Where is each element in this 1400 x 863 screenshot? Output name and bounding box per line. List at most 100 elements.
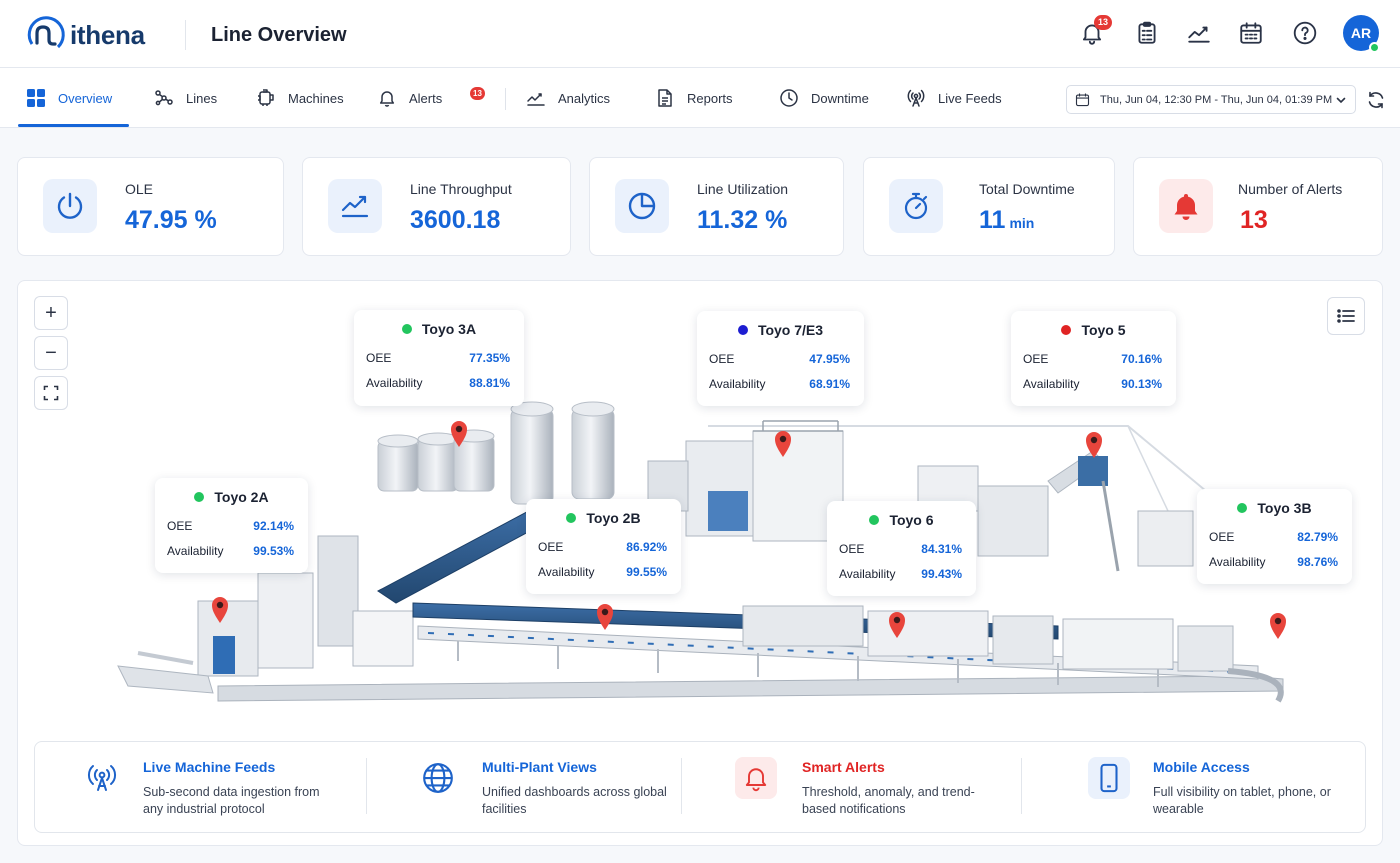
calendar-icon[interactable] — [1238, 20, 1264, 46]
availability-label: Availability — [709, 377, 766, 391]
clipboard-icon[interactable] — [1134, 20, 1160, 46]
nav-divider — [505, 88, 506, 110]
machine-card-toyo-2b[interactable]: Toyo 2B OEE 86.92% Availability 99.55% — [526, 499, 681, 594]
feature-description: Sub-second data ingestion from any indus… — [143, 785, 320, 816]
kpi-card-utilization[interactable]: Line Utilization 11.32 % — [589, 157, 844, 256]
broadcast-icon — [81, 757, 123, 799]
machine-name: Toyo 5 — [1081, 322, 1126, 338]
chevron-down-icon — [1336, 97, 1346, 103]
map-pin-icon[interactable] — [1085, 431, 1103, 459]
bell-icon — [1159, 179, 1213, 233]
oee-label: OEE — [1023, 352, 1049, 366]
kpi-card-downtime[interactable]: Total Downtime 11 min — [863, 157, 1115, 256]
status-dot — [869, 515, 880, 525]
kpi-card-ole[interactable]: OLE 47.95 % — [17, 157, 284, 256]
line-chart-icon — [527, 93, 545, 106]
tab-label: Alerts — [409, 90, 443, 106]
map-pin-icon[interactable] — [450, 420, 468, 448]
availability-label: Availability — [538, 565, 595, 579]
kpi-value: 13 — [1240, 206, 1268, 234]
machine-name: Toyo 7/E3 — [757, 322, 824, 338]
oee-value: 82.79% — [1297, 530, 1338, 544]
tab-live-feeds[interactable]: Live Feeds — [906, 68, 1002, 128]
status-dot — [1237, 503, 1248, 513]
kpi-label: Line Utilization — [697, 181, 789, 197]
machine-card-toyo-7-e3[interactable]: Toyo 7/E3 OEE 47.95% Availability 68.91% — [697, 311, 864, 406]
feature-title: Mobile Access — [1153, 759, 1250, 775]
zoom-out-button[interactable]: − — [34, 336, 68, 370]
active-tab-indicator — [18, 124, 129, 127]
machine-name: Toyo 2B — [586, 510, 641, 526]
map-pin-icon[interactable] — [596, 603, 614, 631]
logo[interactable]: ithena — [24, 14, 145, 56]
tab-label: Lines — [186, 90, 218, 106]
availability-label: Availability — [1209, 555, 1266, 569]
robot-arm-icon — [258, 89, 274, 106]
pie-icon — [615, 179, 669, 233]
availability-label: Availability — [167, 544, 224, 558]
bell-icon — [735, 757, 777, 799]
machine-card-toyo-3b[interactable]: Toyo 3B OEE 82.79% Availability 98.76% — [1197, 489, 1352, 584]
availability-label: Availability — [839, 567, 896, 581]
feature-description: Full visibility on tablet, phone, or wea… — [1153, 785, 1331, 816]
kpi-value: 11 min — [979, 206, 1034, 235]
alerts-badge: 13 — [470, 87, 485, 100]
tab-machines[interactable]: Machines — [256, 68, 344, 128]
availability-value: 98.76% — [1297, 555, 1338, 569]
tab-label: Analytics — [558, 90, 611, 106]
availability-value: 99.53% — [253, 544, 294, 558]
kpi-label: Total Downtime — [979, 181, 1075, 197]
notification-badge: 13 — [1094, 15, 1112, 30]
feature-title: Multi-Plant Views — [482, 759, 597, 775]
kpi-label: Line Throughput — [410, 181, 512, 197]
kpi-value-number: 11 — [979, 206, 1006, 234]
fullscreen-button[interactable] — [34, 376, 68, 410]
trend-chart-icon[interactable] — [1186, 20, 1212, 46]
nodes-icon — [155, 90, 173, 106]
machine-card-toyo-3a[interactable]: Toyo 3A OEE 77.35% Availability 88.81% — [354, 310, 524, 406]
oee-value: 47.95% — [809, 352, 850, 366]
page-title: Line Overview — [211, 24, 347, 46]
help-icon[interactable] — [1292, 20, 1318, 46]
tab-lines[interactable]: Lines — [154, 68, 217, 128]
machine-card-toyo-6[interactable]: Toyo 6 OEE 84.31% Availability 99.43% — [827, 501, 976, 596]
tab-label: Reports — [687, 90, 733, 106]
machine-name: Toyo 3B — [1257, 500, 1312, 516]
machine-card-toyo-2a[interactable]: Toyo 2A OEE 92.14% Availability 99.53% — [155, 478, 308, 573]
list-view-button[interactable] — [1327, 297, 1365, 335]
kpi-card-throughput[interactable]: Line Throughput 3600.18 — [302, 157, 571, 256]
date-range-picker[interactable]: Thu, Jun 04, 12:30 PM - Thu, Jun 04, 01:… — [1066, 85, 1356, 114]
tab-label: Overview — [58, 90, 113, 106]
bell-icon — [379, 91, 395, 107]
tab-overview[interactable]: Overview — [26, 68, 112, 128]
tab-reports[interactable]: Reports — [655, 68, 733, 128]
top-header: ithena Line Overview 13 AR — [0, 0, 1400, 68]
list-icon — [1337, 309, 1355, 323]
feature-divider — [1021, 758, 1022, 814]
kpi-value: 3600.18 — [410, 206, 501, 234]
stopwatch-icon — [889, 179, 943, 233]
header-divider — [185, 20, 186, 50]
tab-analytics[interactable]: Analytics — [526, 68, 610, 128]
status-dot — [566, 513, 577, 523]
availability-value: 90.13% — [1121, 377, 1162, 391]
availability-value: 99.43% — [921, 567, 962, 581]
map-pin-icon[interactable] — [211, 596, 229, 624]
status-dot — [1061, 325, 1072, 335]
status-dot — [401, 324, 412, 334]
map-pin-icon[interactable] — [1269, 612, 1287, 640]
tab-label: Live Feeds — [938, 90, 1002, 106]
tab-alerts[interactable]: Alerts — [377, 68, 442, 128]
zoom-in-button[interactable]: + — [34, 296, 68, 330]
expand-icon — [43, 385, 59, 401]
tab-label: Machines — [288, 90, 344, 106]
map-pin-icon[interactable] — [888, 611, 906, 639]
map-pin-icon[interactable] — [774, 430, 792, 458]
refresh-icon[interactable] — [1366, 90, 1386, 110]
machine-card-toyo-5[interactable]: Toyo 5 OEE 70.16% Availability 90.13% — [1011, 311, 1176, 406]
status-dot — [194, 492, 205, 502]
tab-downtime[interactable]: Downtime — [779, 68, 869, 128]
oee-label: OEE — [167, 519, 193, 533]
oee-value: 92.14% — [253, 519, 294, 533]
kpi-card-alerts[interactable]: Number of Alerts 13 — [1133, 157, 1383, 256]
